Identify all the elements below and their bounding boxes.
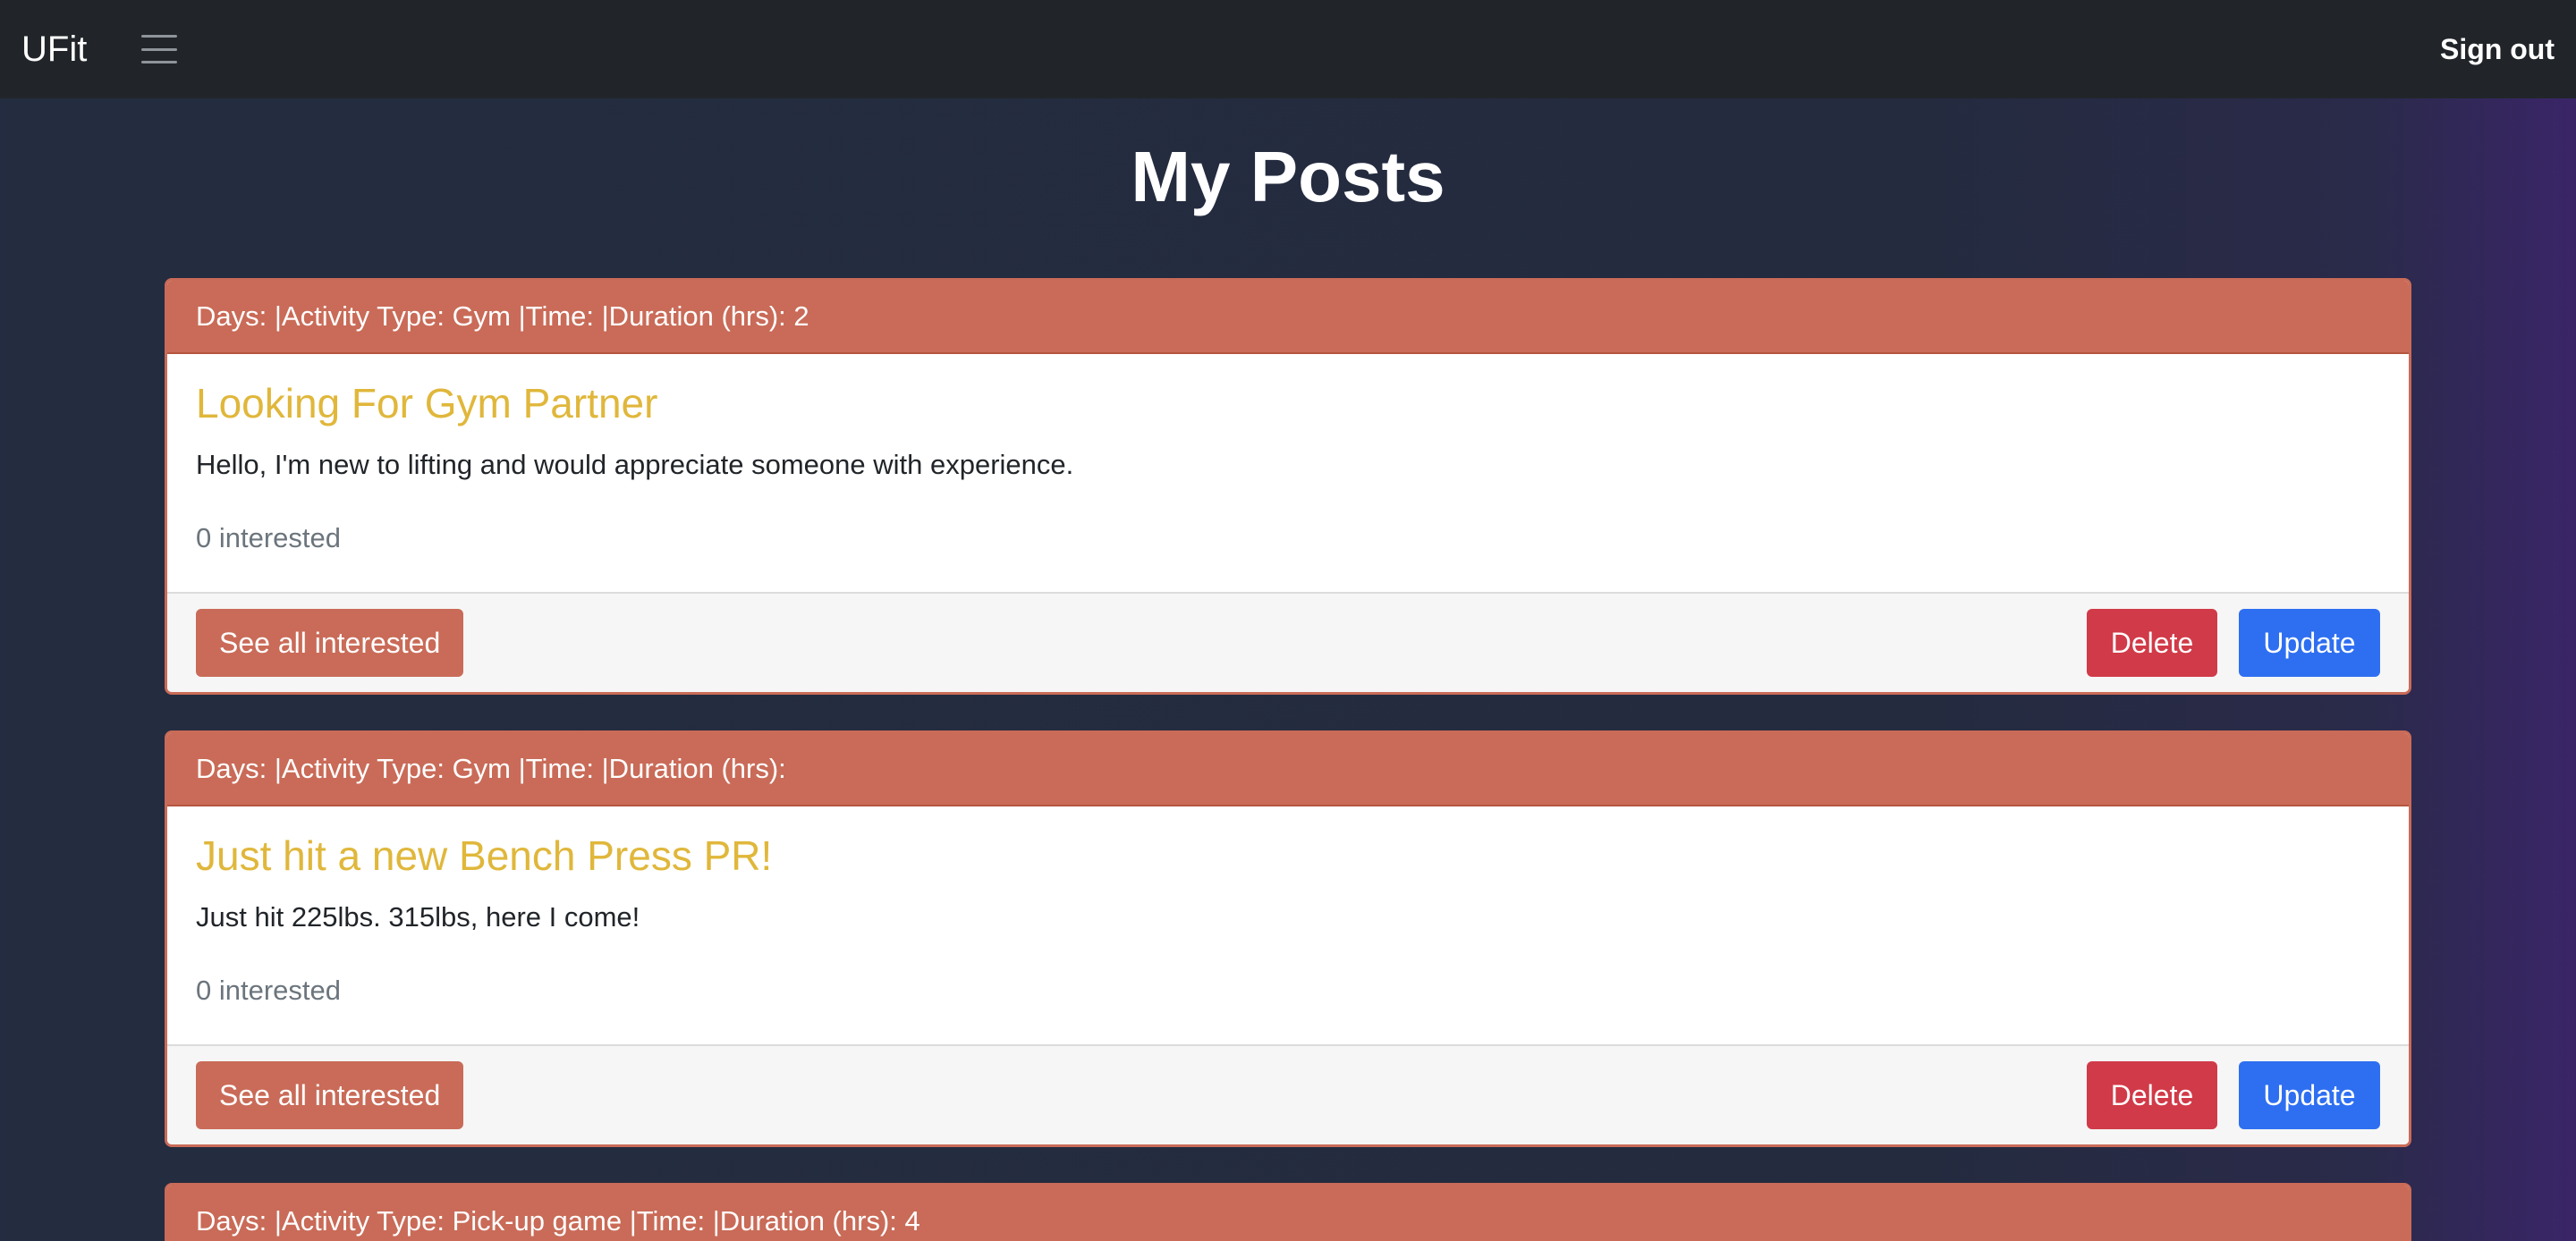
delete-button[interactable]: Delete: [2087, 1061, 2217, 1129]
see-all-interested-button[interactable]: See all interested: [196, 1061, 464, 1129]
see-all-interested-button[interactable]: See all interested: [196, 609, 464, 677]
post-description: Hello, I'm new to lifting and would appr…: [196, 449, 1074, 480]
post-card-footer: See all interested Delete Update: [167, 592, 2409, 692]
post-card-body: Just hit a new Bench Press PR! Just hit …: [167, 806, 2409, 1044]
page-title: My Posts: [1131, 137, 1445, 216]
post-title: Just hit a new Bench Press PR!: [196, 832, 773, 879]
delete-button[interactable]: Delete: [2087, 609, 2217, 677]
post-card: Days: |Activity Type: Pick-up game |Time…: [165, 1183, 2411, 1241]
update-button[interactable]: Update: [2239, 1061, 2380, 1129]
post-description: Just hit 225lbs. 315lbs, here I come!: [196, 901, 640, 933]
interested-count: 0 interested: [196, 975, 341, 1007]
post-card-header: Days: |Activity Type: Pick-up game |Time…: [167, 1186, 2409, 1241]
hamburger-menu-icon[interactable]: [139, 31, 180, 67]
post-card-header: Days: |Activity Type: Gym |Time: |Durati…: [167, 733, 2409, 806]
post-card: Days: |Activity Type: Gym |Time: |Durati…: [165, 730, 2411, 1147]
post-card: Days: |Activity Type: Gym |Time: |Durati…: [165, 278, 2411, 695]
brand-logo[interactable]: UFit: [21, 31, 87, 67]
top-navbar: UFit Sign out: [0, 0, 2576, 98]
interested-count: 0 interested: [196, 522, 341, 554]
post-title: Looking For Gym Partner: [196, 380, 658, 426]
post-card-body: Looking For Gym Partner Hello, I'm new t…: [167, 354, 2409, 592]
post-actions: Delete Update: [2087, 609, 2380, 677]
post-card-footer: See all interested Delete Update: [167, 1044, 2409, 1144]
post-card-header: Days: |Activity Type: Gym |Time: |Durati…: [167, 281, 2409, 354]
sign-out-link[interactable]: Sign out: [2440, 0, 2555, 98]
post-actions: Delete Update: [2087, 1061, 2380, 1129]
update-button[interactable]: Update: [2239, 609, 2380, 677]
